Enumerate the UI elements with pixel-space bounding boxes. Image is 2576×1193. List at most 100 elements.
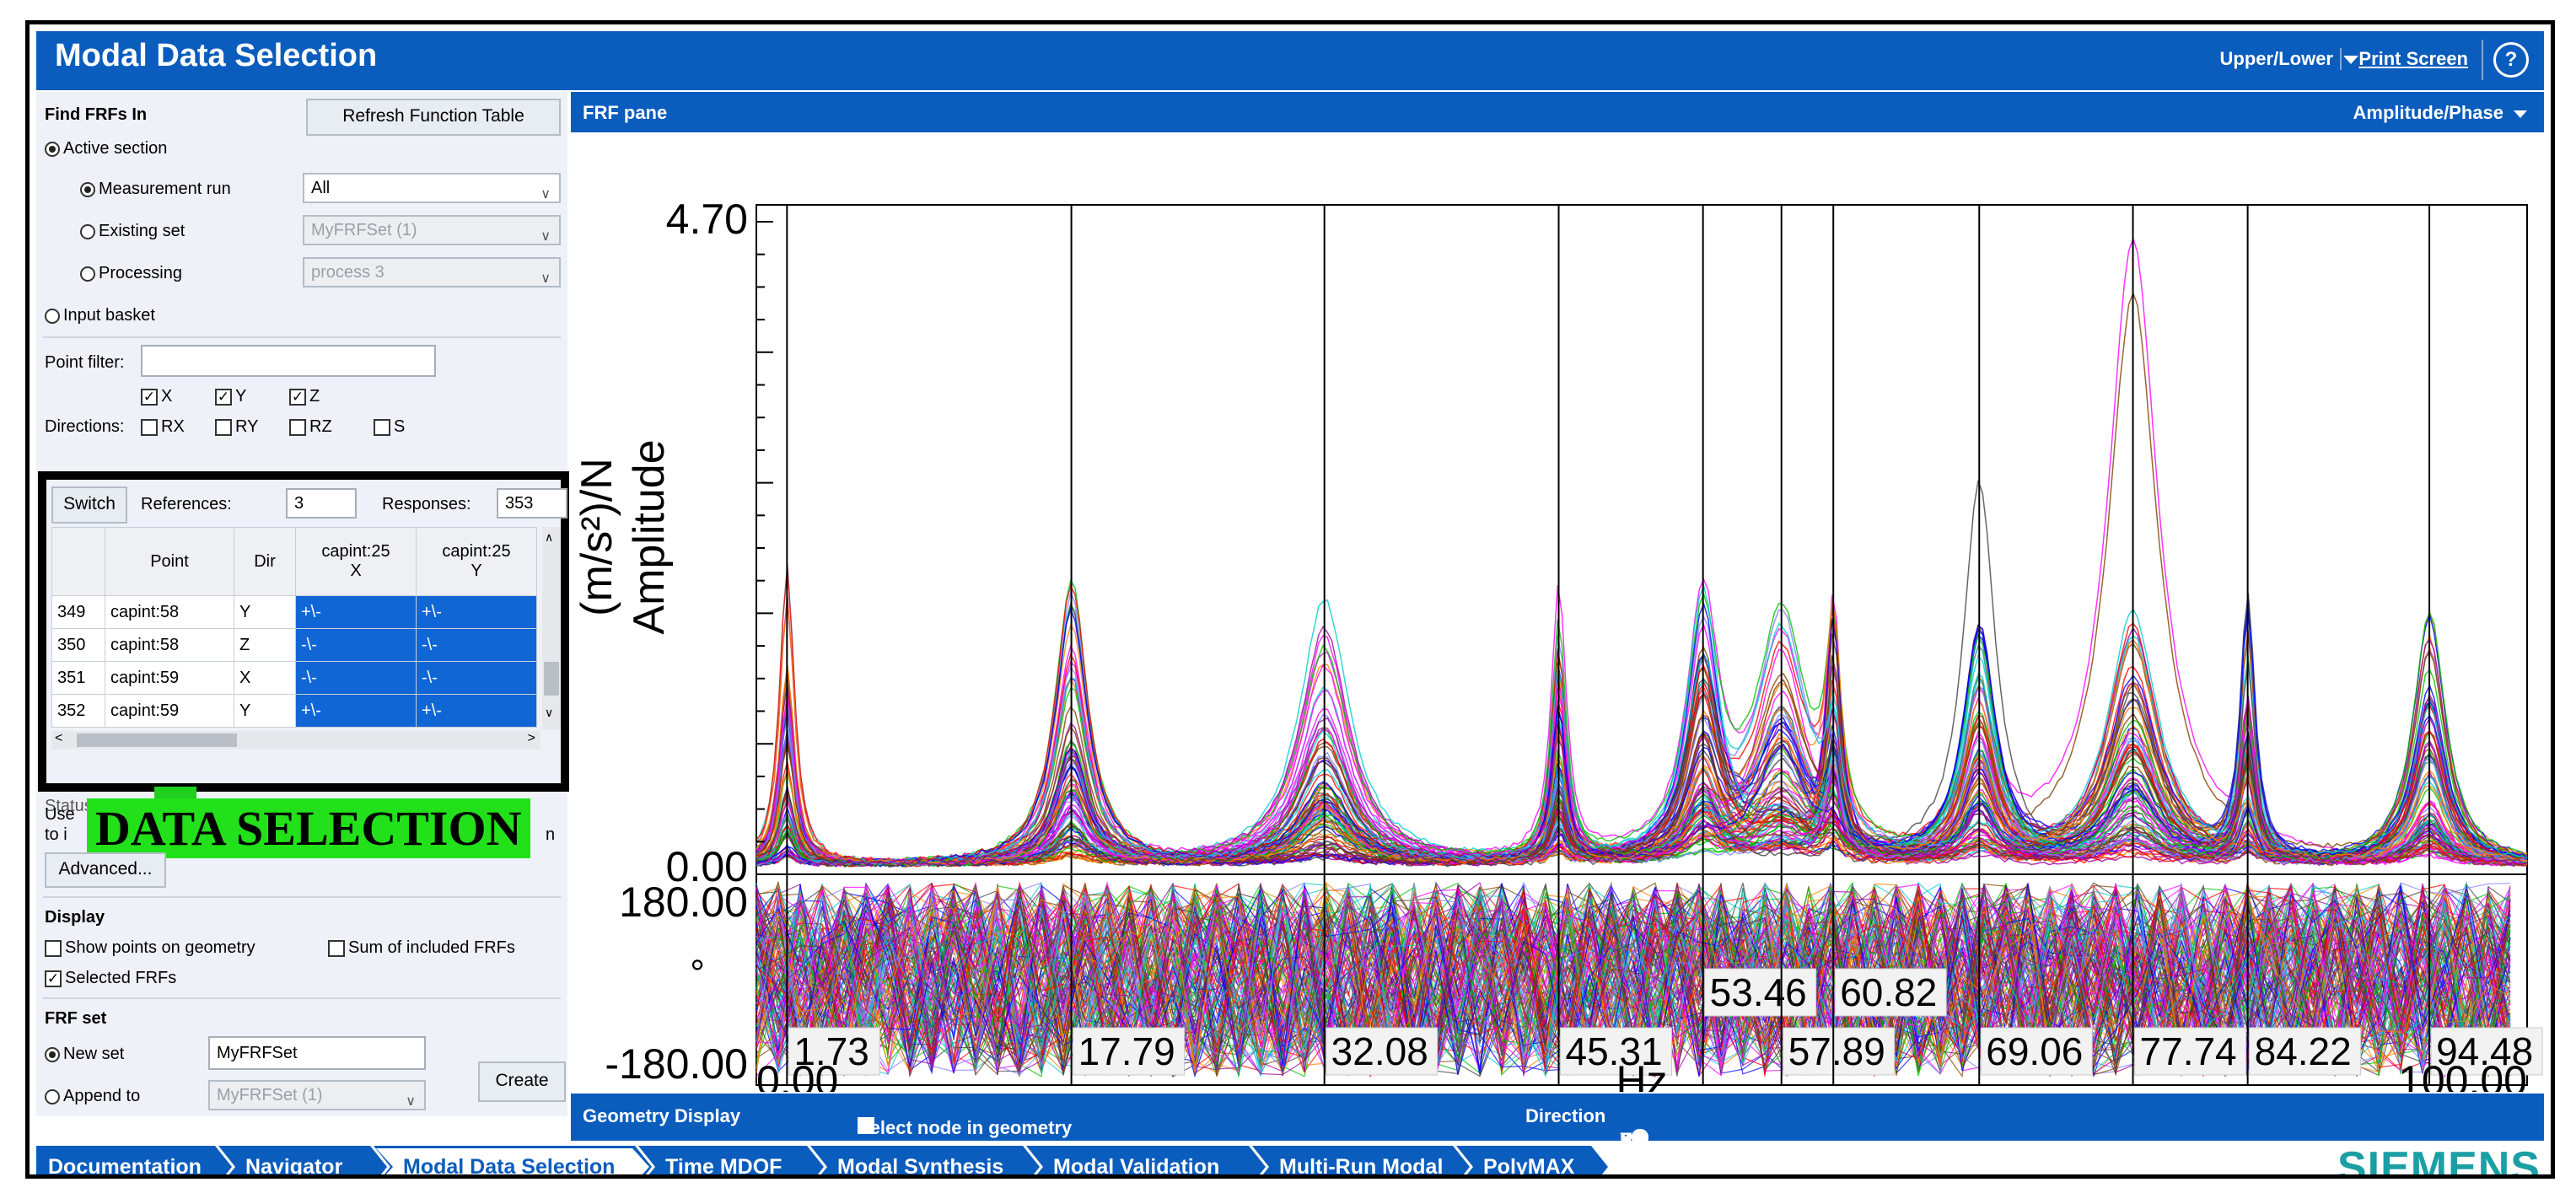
point-filter-label: Point filter: xyxy=(45,353,125,372)
tab-modal-synthesis[interactable]: Modal Synthesis xyxy=(810,1146,1040,1179)
radio-icon xyxy=(80,266,95,282)
point-filter-input[interactable] xyxy=(141,345,436,377)
chevron-down-icon[interactable]: ∨ xyxy=(545,706,553,720)
frf-table-viewport: Point Dir capint:25 X capint:25 Y 349 cap… xyxy=(51,527,540,746)
frequency-marker-label: 17.79 xyxy=(1078,1029,1175,1073)
checkbox-empty-icon xyxy=(215,418,232,436)
table-row[interactable]: 351 capint:59 X -\- -\- xyxy=(51,661,537,695)
show-points-checkbox[interactable]: Show points on geometry xyxy=(45,938,255,958)
tab-time-mdof[interactable]: Time MDOF xyxy=(638,1146,824,1179)
new-set-radio[interactable]: New set xyxy=(45,1045,124,1064)
column-header[interactable]: Dir xyxy=(234,527,296,596)
use-text-fragment: Use xyxy=(45,805,75,824)
data-selection-annotation: DATA SELECTION xyxy=(87,798,530,858)
table-horizontal-scrollbar[interactable]: < > xyxy=(51,731,540,750)
title-divider xyxy=(2482,40,2483,80)
active-section-radio[interactable]: Active section xyxy=(45,139,167,159)
chevron-down-icon: ∨ xyxy=(540,187,551,202)
radio-icon xyxy=(80,223,95,239)
table-row[interactable]: 350 capint:58 Z -\- -\- xyxy=(51,628,537,662)
help-icon[interactable]: ? xyxy=(2493,42,2529,78)
references-label: References: xyxy=(141,495,232,513)
refresh-function-table-button[interactable]: Refresh Function Table xyxy=(306,99,561,136)
check-icon: ✓ xyxy=(141,388,158,406)
frf-pane-header: FRF pane Amplitude/Phase xyxy=(571,92,2544,132)
phase-unit-label: ° xyxy=(690,953,705,994)
selected-frfs-checkbox[interactable]: ✓ Selected FRFs xyxy=(45,969,176,988)
references-field[interactable]: 3 xyxy=(286,488,357,519)
existing-set-select[interactable]: MyFRFSet (1) ∨ xyxy=(303,215,561,245)
tab-navigator[interactable]: Navigator xyxy=(218,1146,387,1179)
radio-selected-icon xyxy=(80,181,95,197)
tab-documentation[interactable]: Documentation xyxy=(36,1146,232,1179)
amplitude-phase-dropdown[interactable]: Amplitude/Phase xyxy=(2353,102,2527,124)
chevron-left-icon[interactable]: < xyxy=(55,731,62,746)
tab-modal-data-selection[interactable]: Modal Data Selection xyxy=(376,1148,649,1179)
column-header[interactable]: capint:25 X xyxy=(295,527,417,596)
scrollbar-thumb[interactable] xyxy=(544,662,559,696)
responses-field[interactable]: 353 xyxy=(497,488,567,519)
directions-label: Directions: xyxy=(45,417,125,436)
workflow-tabs: Documentation Navigator Modal Data Selec… xyxy=(36,1146,2544,1179)
chevron-right-icon[interactable]: > xyxy=(528,731,535,746)
direction-z-checkbox[interactable]: ✓ Z xyxy=(289,387,320,406)
direction-rx-checkbox[interactable]: RX xyxy=(141,417,185,437)
switch-button[interactable]: Switch xyxy=(51,486,127,524)
tab-multi-run-modal[interactable]: Multi-Run Modal xyxy=(1252,1146,1470,1179)
table-row[interactable]: 352 capint:59 Y +\- +\- xyxy=(51,694,537,728)
frequency-marker-label: 77.74 xyxy=(2140,1029,2237,1073)
responses-label: Responses: xyxy=(382,495,471,513)
direction-y-checkbox[interactable]: ✓ Y xyxy=(215,387,246,406)
new-set-name-input[interactable]: MyFRFSet xyxy=(208,1036,426,1070)
direction-s-checkbox[interactable]: S xyxy=(374,417,405,437)
column-header[interactable]: Point xyxy=(105,527,234,596)
radio-selected-icon xyxy=(45,141,60,157)
processing-radio[interactable]: Processing xyxy=(80,264,182,283)
check-icon: ✓ xyxy=(45,970,62,987)
frf-set-heading: FRF set xyxy=(45,1009,107,1028)
application-window: Modal Data Selection Upper/Lower Print S… xyxy=(25,20,2555,1179)
column-header[interactable]: capint:25 Y xyxy=(416,527,537,596)
tab-polymax[interactable]: PolyMAX xyxy=(1456,1146,1608,1179)
chevron-up-icon[interactable]: ∧ xyxy=(545,530,553,545)
direction-rz-checkbox[interactable]: RZ xyxy=(289,417,332,437)
find-frfs-heading: Find FRFs In xyxy=(45,105,148,124)
append-to-select[interactable]: MyFRFSet (1) ∨ xyxy=(208,1080,426,1110)
advanced-button[interactable]: Advanced... xyxy=(45,852,166,888)
frequency-marker-label: 53.46 xyxy=(1710,970,1807,1014)
direction-x-checkbox[interactable]: ✓ X xyxy=(141,387,172,406)
measurement-run-select[interactable]: All ∨ xyxy=(303,173,561,203)
append-to-radio[interactable]: Append to xyxy=(45,1087,140,1106)
check-icon: ✓ xyxy=(289,388,306,406)
chevron-down-icon: ∨ xyxy=(406,1094,416,1109)
create-button[interactable]: Create xyxy=(478,1061,566,1102)
check-icon: ✓ xyxy=(215,388,232,406)
checkbox-empty-icon xyxy=(289,418,306,436)
use-text-fragment: to i xyxy=(45,825,67,844)
left-panel: Find FRFs In Refresh Function Table Acti… xyxy=(36,92,569,1116)
frf-chart[interactable]: 1.73 17.79 32.08 45.3153.4657.8960.8269.06 7… xyxy=(571,132,2544,1092)
scrollbar-thumb[interactable] xyxy=(77,734,237,747)
divider xyxy=(43,336,561,338)
title-bar: Modal Data Selection Upper/Lower Print S… xyxy=(36,31,2544,90)
chevron-down-icon: ∨ xyxy=(540,229,551,244)
direction-ry-checkbox[interactable]: RY xyxy=(215,417,258,437)
existing-set-radio[interactable]: Existing set xyxy=(80,222,185,241)
column-header xyxy=(51,527,105,596)
tab-modal-validation[interactable]: Modal Validation xyxy=(1026,1146,1266,1179)
print-screen-link[interactable]: Print Screen xyxy=(2340,48,2468,70)
amplitude-tick-label: 4.70 xyxy=(666,196,748,243)
table-header-row: Point Dir capint:25 X capint:25 Y xyxy=(51,527,537,596)
checkbox-empty-icon xyxy=(328,939,345,957)
table-row[interactable]: 349 capint:58 Y +\- +\- xyxy=(51,595,537,629)
measurement-run-radio[interactable]: Measurement run xyxy=(80,180,231,199)
sum-frfs-checkbox[interactable]: Sum of included FRFs xyxy=(328,938,515,958)
input-basket-radio[interactable]: Input basket xyxy=(45,306,155,325)
table-vertical-scrollbar[interactable]: ∧ ∨ xyxy=(542,527,561,729)
tab-modal-data-selection-wrap[interactable]: Modal Data Selection xyxy=(374,1146,652,1179)
checkbox-empty-icon xyxy=(141,418,158,436)
frequency-marker-label: 69.06 xyxy=(1986,1029,2083,1073)
processing-select[interactable]: process 3 ∨ xyxy=(303,257,561,288)
upper-lower-dropdown[interactable]: Upper/Lower xyxy=(2220,48,2358,70)
radio-icon xyxy=(45,308,60,324)
